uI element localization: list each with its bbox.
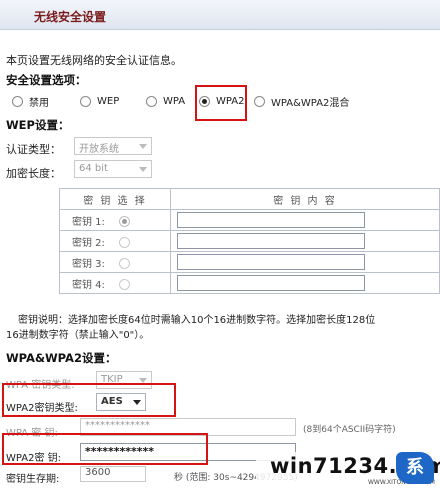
key-length-select[interactable]: 64 bit — [74, 160, 152, 178]
highlight-wpa2-key — [2, 433, 208, 465]
key-4-radio[interactable] — [118, 279, 130, 290]
highlight-wpa2-option — [195, 85, 247, 121]
key-3-label: 密钥 3: — [72, 258, 105, 270]
key-4-input[interactable] — [176, 275, 365, 291]
table-row: 密钥 3: — [59, 251, 440, 273]
key-2-label: 密钥 2: — [72, 237, 105, 249]
key-lifetime-label: 密钥生存期: — [6, 474, 60, 485]
radio-mixed-circle[interactable] — [254, 96, 265, 107]
radio-wep[interactable]: WEP — [80, 94, 119, 107]
table-head-select: 密 钥 选 择 — [59, 188, 171, 210]
table-header-row: 密 钥 选 择 密 钥 内 容 — [59, 188, 440, 210]
key-note-line2: 16进制数字符（禁止输入"0"）。 — [6, 330, 150, 341]
radio-wpa[interactable]: WPA — [146, 94, 185, 107]
auth-type-label: 认证类型： — [6, 143, 61, 156]
chevron-down-icon — [139, 167, 147, 172]
table-head-content: 密 钥 内 容 — [169, 188, 440, 210]
intro-text: 本页设置无线网络的安全认证信息。 — [6, 54, 182, 67]
radio-wep-circle[interactable] — [80, 95, 91, 107]
radio-disable[interactable]: 禁用 — [12, 94, 49, 109]
wpa-key-hint: (8到64个ASCII码字符) — [303, 425, 396, 435]
radio-disable-circle[interactable] — [12, 96, 23, 107]
watermark-badge-icon: 系 — [396, 452, 434, 484]
radio-wpa-circle[interactable] — [146, 95, 157, 107]
table-row: 密钥 4: — [59, 272, 440, 294]
watermark-logo: win71234.com WWW.XITONGZU.COM 系 — [256, 452, 440, 486]
key-4-label: 密钥 4: — [72, 279, 105, 291]
chevron-down-icon — [139, 144, 147, 149]
key-2-radio[interactable] — [118, 237, 130, 248]
wpa-settings-title: WPA&WPA2设置： — [6, 351, 117, 365]
key-1-radio[interactable] — [118, 216, 130, 227]
wep-settings-title: WEP设置： — [6, 118, 70, 132]
table-row: 密钥 1: — [59, 209, 440, 231]
table-row: 密钥 2: — [59, 230, 440, 252]
wep-key-table: 密 钥 选 择 密 钥 内 容 密钥 1: 密钥 2: 密钥 3: 密钥 4: — [59, 188, 440, 294]
key-note-line1: 密钥说明：选择加密长度64位时需输入10个16进制数字符。选择加密长度128位 — [18, 315, 376, 326]
page-title: 无线安全设置 — [34, 10, 107, 24]
key-3-radio[interactable] — [118, 258, 130, 269]
auth-type-select[interactable]: 开放系统 — [74, 137, 152, 155]
key-1-label: 密钥 1: — [72, 216, 105, 228]
key-2-input[interactable] — [176, 233, 365, 249]
highlight-wpa2-key-type — [2, 383, 176, 417]
key-length-label: 加密长度： — [6, 167, 61, 180]
key-1-input[interactable] — [176, 212, 365, 228]
title-bar: 无线安全设置 — [0, 0, 440, 30]
radio-wpa-wpa2-mixed[interactable]: WPA&WPA2混合 — [254, 94, 349, 109]
key-lifetime-input[interactable]: 3600 — [80, 466, 146, 482]
security-options-label: 安全设置选项： — [6, 73, 87, 87]
key-3-input[interactable] — [176, 254, 365, 270]
